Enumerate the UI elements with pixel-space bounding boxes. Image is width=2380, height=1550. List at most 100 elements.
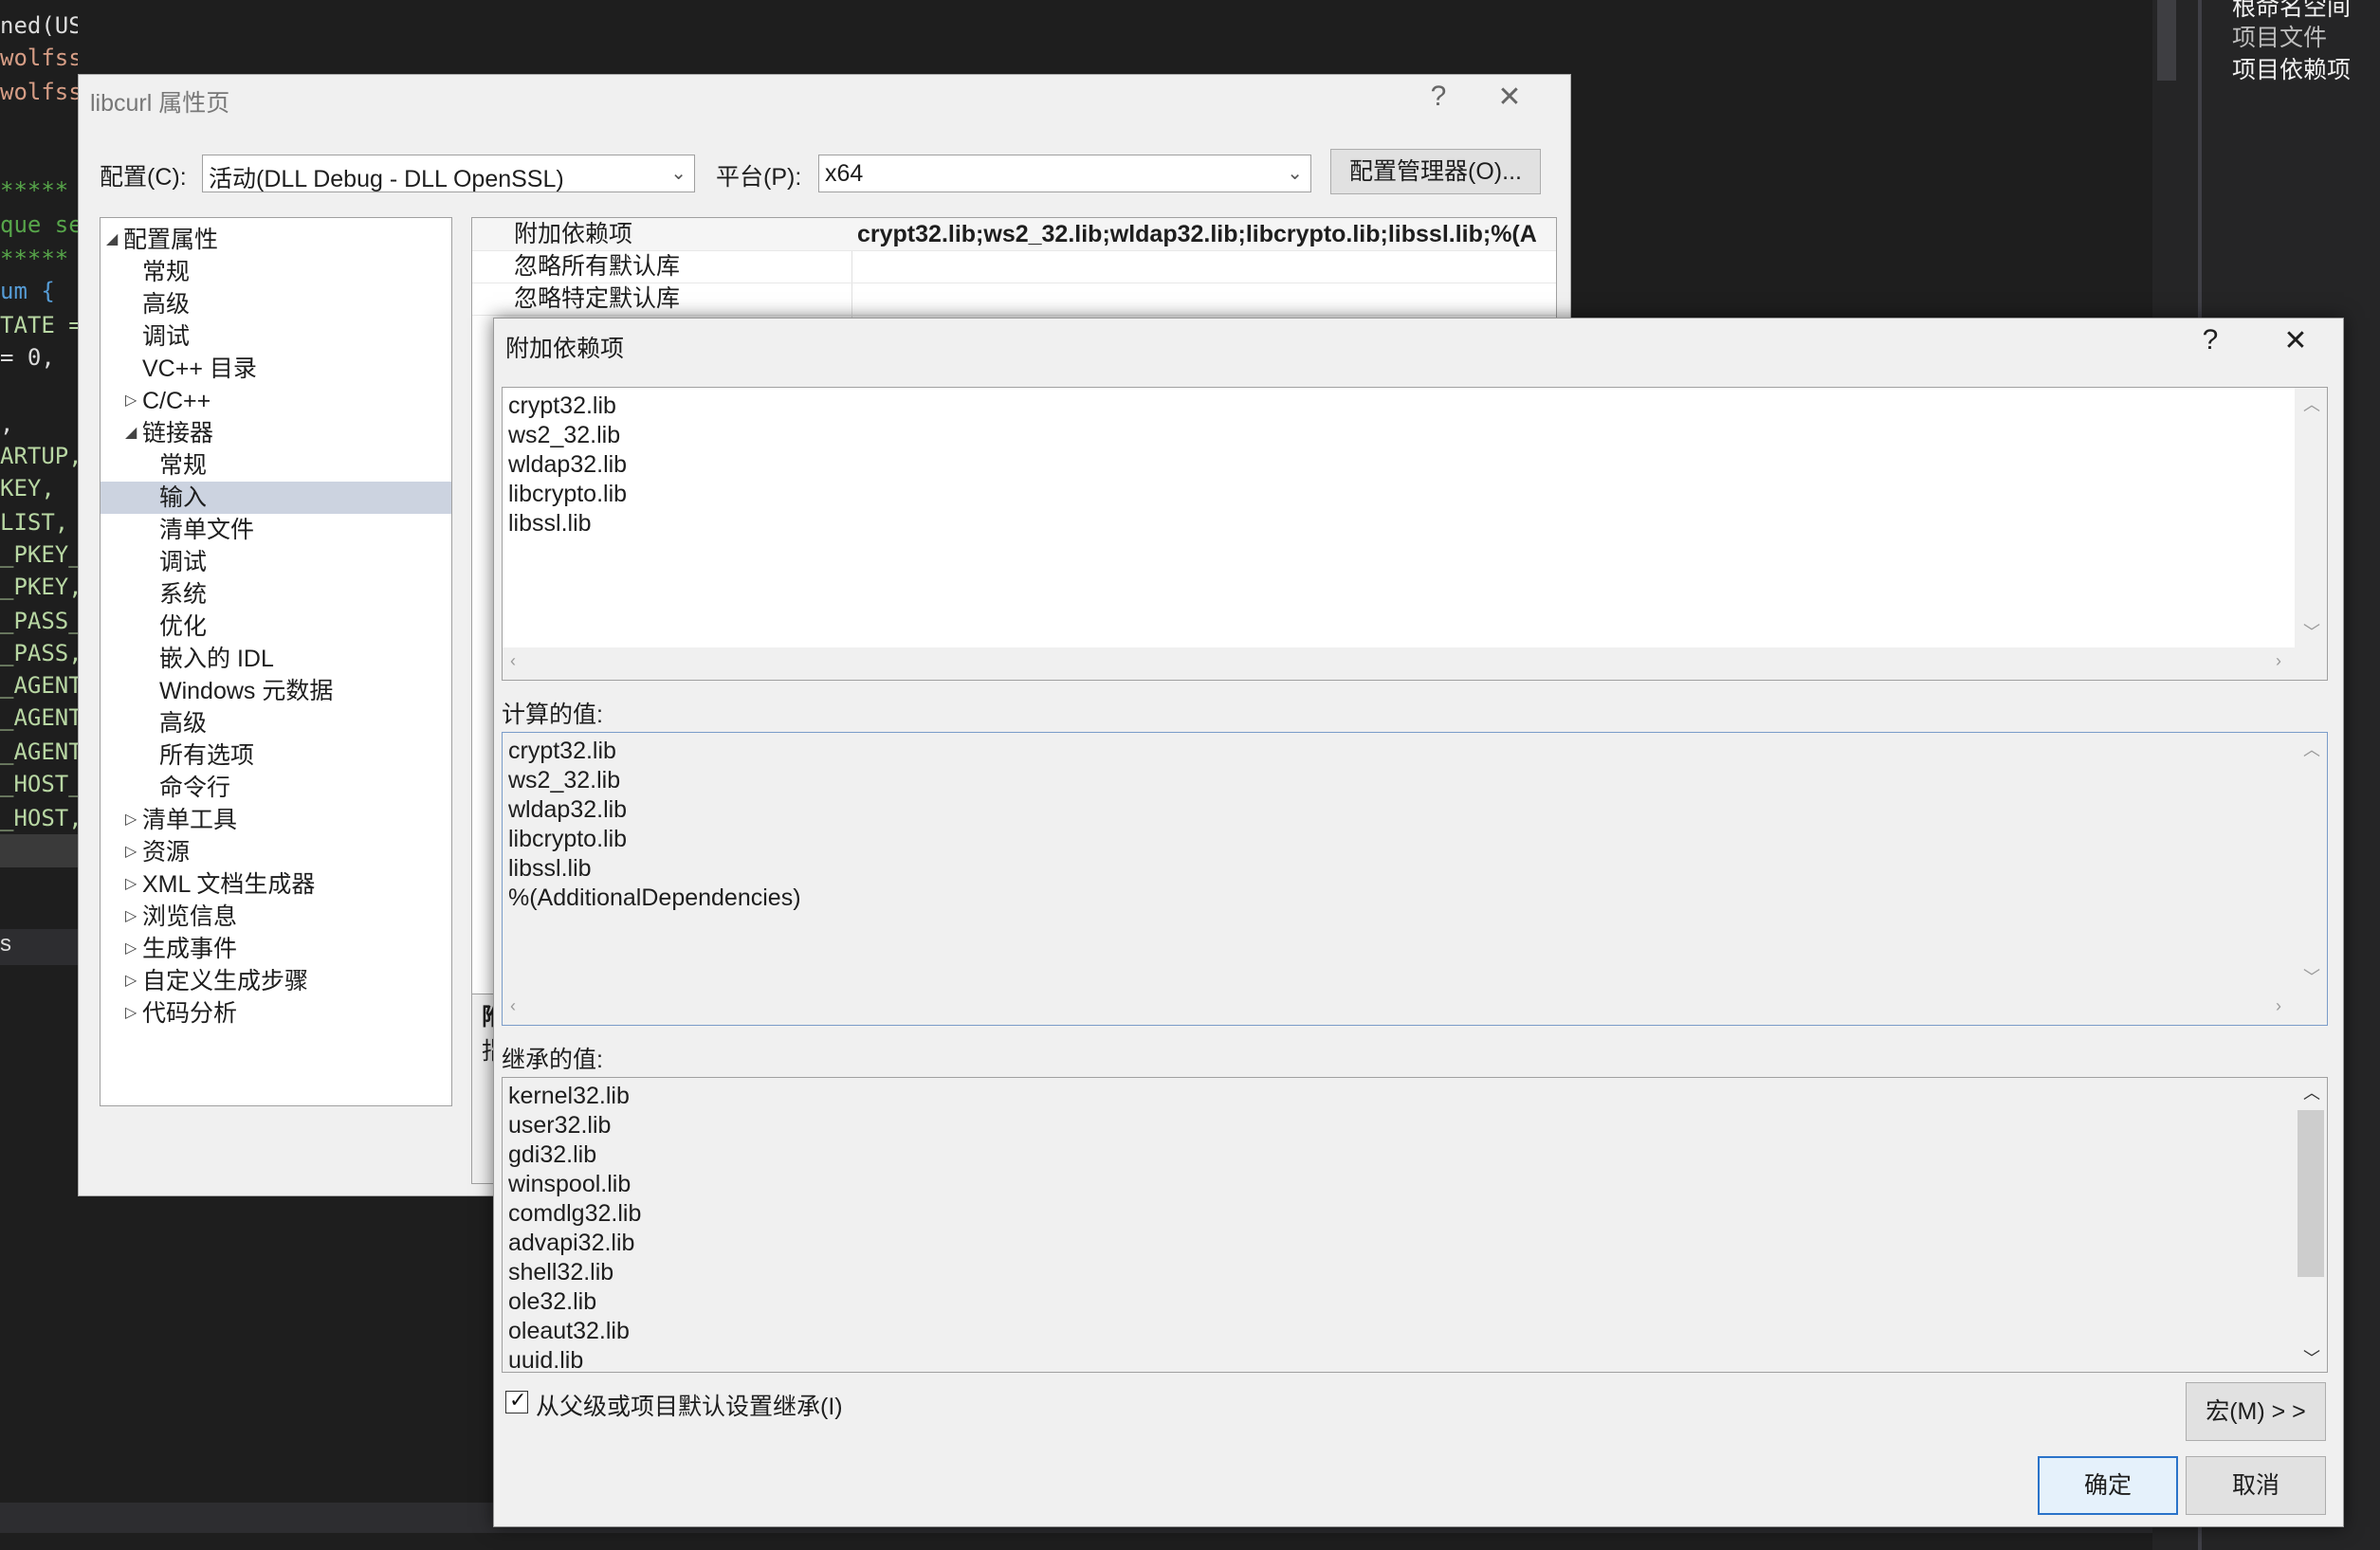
tree-item[interactable]: 所有选项 xyxy=(101,739,451,772)
tree-item[interactable]: ▷ 代码分析 xyxy=(101,997,451,1030)
tree-item-label: 清单工具 xyxy=(142,807,238,833)
tree-item[interactable]: 优化 xyxy=(101,611,451,643)
vertical-scrollbar[interactable]: ︿ ﹀ xyxy=(2295,1078,2327,1372)
tree-item[interactable]: 输入 xyxy=(101,482,451,514)
additional-dependencies-help-button[interactable]: ? xyxy=(2188,324,2233,356)
expand-arrow-icon[interactable]: ▷ xyxy=(125,997,137,1030)
tree-item[interactable]: ◢ 配置属性 xyxy=(101,224,451,256)
expand-arrow-icon[interactable]: ▷ xyxy=(125,868,137,901)
scroll-left-icon[interactable]: ‹ xyxy=(510,651,516,671)
vertical-scrollbar[interactable]: ︿ ﹀ xyxy=(2295,388,2327,680)
ok-button[interactable]: 确定 xyxy=(2038,1456,2178,1515)
tree-item-label: 调试 xyxy=(159,549,208,575)
inherit-checkbox[interactable]: ✓ xyxy=(505,1388,528,1413)
property-pages-close-button[interactable]: ✕ xyxy=(1487,81,1532,114)
vertical-scrollbar[interactable]: ︿ ﹀ xyxy=(2295,733,2327,1025)
tree-item[interactable]: ▷ 自定义生成步骤 xyxy=(101,965,451,997)
inherit-checkbox-label[interactable]: 从父级或项目默认设置继承(I) xyxy=(536,1388,843,1422)
cancel-button[interactable]: 取消 xyxy=(2186,1456,2326,1515)
code-line: _PASS, xyxy=(0,640,78,666)
list-item: kernel32.lib xyxy=(508,1083,630,1109)
horizontal-scrollbar[interactable]: ‹ › xyxy=(503,647,2327,680)
property-pages-help-button[interactable]: ? xyxy=(1416,81,1461,113)
collapse-arrow-icon[interactable]: ◢ xyxy=(125,417,137,449)
tree-item[interactable]: ▷ 生成事件 xyxy=(101,933,451,965)
horizontal-scrollbar[interactable]: ‹ › xyxy=(503,993,2327,1025)
tree-item[interactable]: Windows 元数据 xyxy=(101,675,451,707)
scroll-down-icon[interactable]: ﹀ xyxy=(2303,964,2320,989)
expand-arrow-icon[interactable]: ▷ xyxy=(125,901,137,933)
tree-item-label: 输入 xyxy=(159,484,208,511)
tree-item-label: 命令行 xyxy=(159,775,231,801)
grid-row-value: crypt32.lib;ws2_32.lib;wldap32.lib;libcr… xyxy=(857,221,1537,247)
config-manager-button[interactable]: 配置管理器(O)... xyxy=(1330,149,1541,194)
grid-row-additional-dependencies[interactable]: 附加依赖项 crypt32.lib;ws2_32.lib;wldap32.lib… xyxy=(472,218,1556,251)
scroll-right-icon[interactable]: › xyxy=(2276,996,2281,1016)
tree-item[interactable]: ▷ XML 文档生成器 xyxy=(101,868,451,901)
solution-item-project-dependencies[interactable]: 项目依赖项 xyxy=(2232,51,2351,85)
editor-current-line xyxy=(0,834,78,867)
inherited-values-box[interactable]: uuid.lib oleaut32.lib ole32.lib shell32.lib… xyxy=(502,1077,2328,1373)
list-item: libcrypto.lib xyxy=(508,481,628,507)
code-line: que se xyxy=(0,211,78,238)
tree-item[interactable]: 调试 xyxy=(101,320,451,353)
checkmark-icon: ✓ xyxy=(509,1388,527,1412)
tree-item[interactable]: ◢ 链接器 xyxy=(101,417,451,449)
tree-item-label: 生成事件 xyxy=(142,936,238,962)
code-line: = 0, xyxy=(0,344,55,371)
tree-item-label: 高级 xyxy=(159,710,208,737)
tree-item[interactable]: 调试 xyxy=(101,546,451,578)
scroll-up-icon[interactable]: ︿ xyxy=(2303,1080,2320,1104)
expand-arrow-icon[interactable]: ▷ xyxy=(125,804,137,836)
tree-item[interactable]: ▷ C/C++ xyxy=(101,385,451,417)
scrollbar-thumb[interactable] xyxy=(2298,1110,2324,1277)
code-line: _AGENT xyxy=(0,704,78,731)
list-item: winspool.lib xyxy=(508,1171,632,1197)
solution-item-project-file[interactable]: 项目文件 xyxy=(2232,19,2327,53)
list-item: crypt32.lib xyxy=(508,392,616,419)
editor-status-text: s xyxy=(0,931,11,957)
scroll-down-icon[interactable]: ﹀ xyxy=(2303,1345,2320,1370)
tree-item[interactable]: 系统 xyxy=(101,578,451,611)
grid-row-ignore-all-default-libs[interactable]: 忽略所有默认库 xyxy=(472,250,1556,283)
scroll-left-icon[interactable]: ‹ xyxy=(510,996,516,1016)
editor-scrollbar-thumb[interactable] xyxy=(2157,0,2176,81)
configuration-label: 配置(C): xyxy=(100,164,187,191)
code-editor[interactable]: ned(USE_WOLFSSH) wolfssh/ssh.h> wolfss ****… xyxy=(0,0,78,948)
tree-item[interactable]: 清单文件 xyxy=(101,514,451,546)
dependencies-textarea[interactable]: libssl.lib libcrypto.lib wldap32.lib ws2_32… xyxy=(502,387,2328,681)
additional-dependencies-close-button[interactable]: ✕ xyxy=(2273,324,2318,357)
scroll-up-icon[interactable]: ︿ xyxy=(2303,392,2320,416)
tree-item[interactable]: VC++ 目录 xyxy=(101,353,451,385)
expand-arrow-icon[interactable]: ▷ xyxy=(125,836,137,868)
expand-arrow-icon[interactable]: ▷ xyxy=(125,965,137,997)
tree-item[interactable]: 命令行 xyxy=(101,772,451,804)
tree-item[interactable]: 常规 xyxy=(101,449,451,482)
additional-dependencies-dialog: 附加依赖项 ? ✕ libssl.lib libcrypto.lib wldap32… xyxy=(493,318,2344,1527)
configuration-select[interactable]: 活动(DLL Debug - DLL OpenSSL) ⌄ xyxy=(202,155,695,192)
computed-values-box[interactable]: %(AdditionalDependencies) libssl.lib libcr… xyxy=(502,732,2328,1026)
scroll-up-icon[interactable]: ︿ xyxy=(2303,737,2320,761)
tree-item[interactable]: 常规 xyxy=(101,256,451,288)
tree-item[interactable]: ▷ 清单工具 xyxy=(101,804,451,836)
expand-arrow-icon[interactable]: ▷ xyxy=(125,933,137,965)
tree-item-label: 常规 xyxy=(142,259,191,285)
property-pages-title: libcurl 属性页 xyxy=(90,90,230,117)
tree-item-label: 浏览信息 xyxy=(142,903,238,930)
tree-item[interactable]: 嵌入的 IDL xyxy=(101,643,451,675)
grid-row-ignore-specific-default-libs[interactable]: 忽略特定默认库 xyxy=(472,283,1556,316)
scroll-right-icon[interactable]: › xyxy=(2276,651,2281,671)
scroll-down-icon[interactable]: ﹀ xyxy=(2303,619,2320,644)
property-tree[interactable]: ◢ 配置属性 常规 高级 调试 VC++ 目录 ▷ C/C++ ◢ 链接器 常规 输入 清单文件 调试 系统… xyxy=(100,217,452,1106)
tree-item[interactable]: 高级 xyxy=(101,707,451,739)
tree-item[interactable]: ▷ 资源 xyxy=(101,836,451,868)
collapse-arrow-icon[interactable]: ◢ xyxy=(106,224,118,256)
platform-select[interactable]: x64 ⌄ xyxy=(818,155,1311,192)
expand-arrow-icon[interactable]: ▷ xyxy=(125,385,137,417)
tree-item-label: 资源 xyxy=(142,839,191,866)
tree-item[interactable]: ▷ 浏览信息 xyxy=(101,901,451,933)
tree-item[interactable]: 高级 xyxy=(101,288,451,320)
macros-button[interactable]: 宏(M) > > xyxy=(2186,1382,2326,1441)
tree-item-label: 代码分析 xyxy=(142,1000,238,1027)
tree-item-label: 优化 xyxy=(159,613,208,640)
